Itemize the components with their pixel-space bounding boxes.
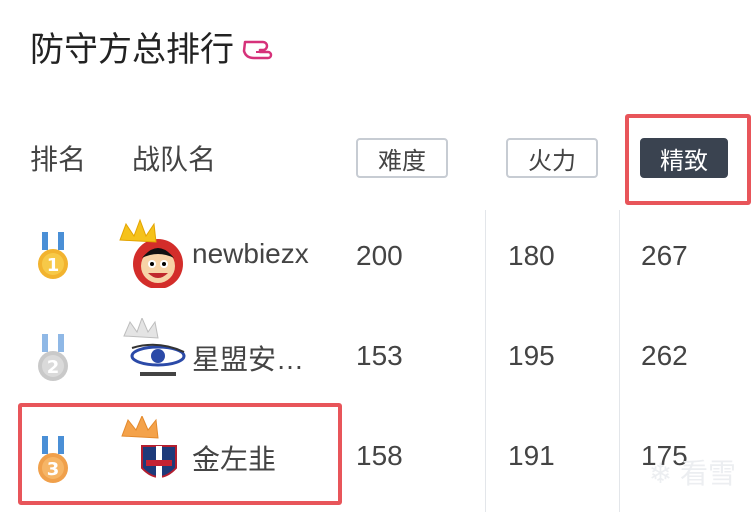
page-title: 防守方总排行 <box>30 22 280 71</box>
svg-text:2: 2 <box>47 357 60 378</box>
table-row[interactable]: 2 星盟安… 153 195 262 <box>0 310 752 410</box>
score-refinement: 267 <box>641 240 688 271</box>
pointing-hand-icon <box>242 40 273 59</box>
sort-firepower-button[interactable]: 火力 <box>506 138 598 178</box>
team-avatar-icon <box>123 318 186 376</box>
score-difficulty: 158 <box>356 440 403 471</box>
snowflake-icon: ❄ <box>648 458 673 489</box>
svg-text:1: 1 <box>47 255 60 276</box>
team-avatar-icon <box>119 218 183 288</box>
score-difficulty: 200 <box>356 240 403 271</box>
team-name[interactable]: 星盟安… <box>192 338 304 378</box>
highlight-box-team <box>18 403 342 505</box>
score-firepower: 195 <box>508 340 555 371</box>
score-firepower: 180 <box>508 240 555 271</box>
watermark: ❄ 看雪 <box>649 452 736 492</box>
score-firepower: 191 <box>508 440 555 471</box>
table-row[interactable]: 1 newbiezx 200 180 267 <box>0 210 752 310</box>
score-refinement: 262 <box>641 340 688 371</box>
header-rank: 排名 <box>30 144 87 175</box>
silver-medal-icon: 2 <box>38 334 68 381</box>
highlight-box-sort <box>625 114 751 205</box>
page-title-text: 防守方总排行 <box>30 31 234 69</box>
team-name[interactable]: newbiezx <box>192 238 309 270</box>
gold-medal-icon: 1 <box>38 232 68 279</box>
watermark-text: 看雪 <box>679 458 736 489</box>
header-team: 战队名 <box>132 144 217 175</box>
score-difficulty: 153 <box>356 340 403 371</box>
sort-difficulty-button[interactable]: 难度 <box>356 138 448 178</box>
